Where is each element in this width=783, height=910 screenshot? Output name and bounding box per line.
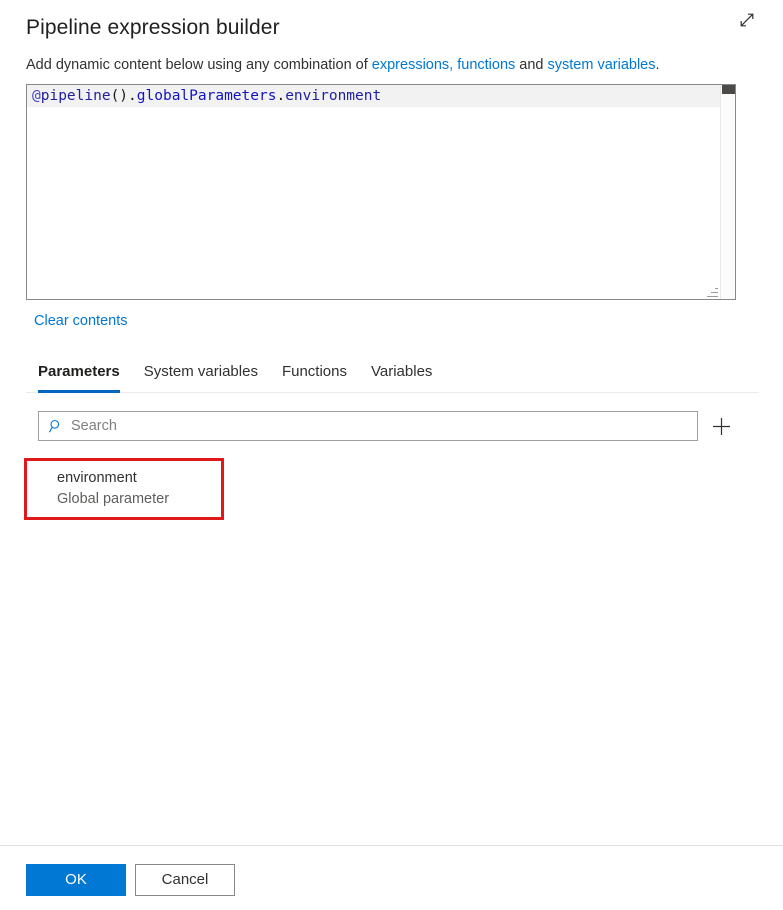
subtitle-middle: and bbox=[515, 57, 548, 73]
parameter-name: environment bbox=[57, 470, 137, 486]
expr-token-property: globalParameters bbox=[136, 88, 277, 104]
plus-glyph bbox=[712, 417, 730, 435]
subtitle-prefix: Add dynamic content below using any comb… bbox=[26, 57, 372, 73]
parameter-list: environment Global parameter bbox=[0, 458, 783, 520]
search-box[interactable] bbox=[38, 411, 698, 441]
expand-diagonal-icon[interactable] bbox=[731, 4, 763, 36]
search-input[interactable] bbox=[71, 413, 689, 439]
footer-buttons: OK Cancel bbox=[0, 846, 783, 896]
tab-bar: Parameters System variables Functions Va… bbox=[26, 362, 759, 393]
expression-editor[interactable]: @pipeline().globalParameters.environment bbox=[26, 84, 736, 300]
subtitle-instructions: Add dynamic content below using any comb… bbox=[0, 55, 783, 75]
cancel-button[interactable]: Cancel bbox=[135, 864, 235, 896]
clear-contents-link[interactable]: Clear contents bbox=[34, 313, 128, 329]
expr-token-parens: (). bbox=[110, 88, 137, 104]
expand-diagonal-glyph bbox=[740, 13, 754, 27]
search-glyph bbox=[49, 419, 60, 433]
editor-resize-grip[interactable] bbox=[707, 286, 718, 297]
tab-system-variables[interactable]: System variables bbox=[132, 362, 270, 392]
search-row bbox=[38, 411, 734, 441]
subtitle-suffix: . bbox=[655, 57, 660, 73]
tab-functions[interactable]: Functions bbox=[270, 362, 359, 392]
link-system-variables[interactable]: system variables bbox=[548, 57, 656, 73]
plus-icon[interactable] bbox=[708, 413, 734, 439]
search-icon bbox=[49, 419, 63, 433]
parameter-subtitle: Global parameter bbox=[57, 491, 170, 507]
expr-token-at: @ bbox=[32, 88, 41, 104]
expression-editor-content[interactable]: @pipeline().globalParameters.environment bbox=[27, 85, 720, 299]
expr-token-tail: environment bbox=[285, 88, 382, 104]
expr-token-function: pipeline bbox=[40, 88, 111, 104]
ok-button[interactable]: OK bbox=[26, 864, 126, 896]
tab-variables[interactable]: Variables bbox=[359, 362, 444, 392]
expr-token-dot: . bbox=[276, 88, 286, 104]
link-expressions-functions[interactable]: expressions, functions bbox=[372, 57, 515, 73]
expression-line[interactable]: @pipeline().globalParameters.environment bbox=[27, 85, 720, 107]
list-item[interactable]: environment Global parameter bbox=[57, 465, 237, 513]
editor-scrollbar-thumb[interactable] bbox=[722, 85, 735, 94]
dialog-footer: OK Cancel bbox=[0, 845, 783, 910]
tab-parameters[interactable]: Parameters bbox=[26, 362, 132, 393]
editor-vertical-scrollbar[interactable] bbox=[720, 85, 735, 299]
panel-header: Pipeline expression builder bbox=[0, 0, 783, 42]
page-title: Pipeline expression builder bbox=[26, 16, 280, 39]
